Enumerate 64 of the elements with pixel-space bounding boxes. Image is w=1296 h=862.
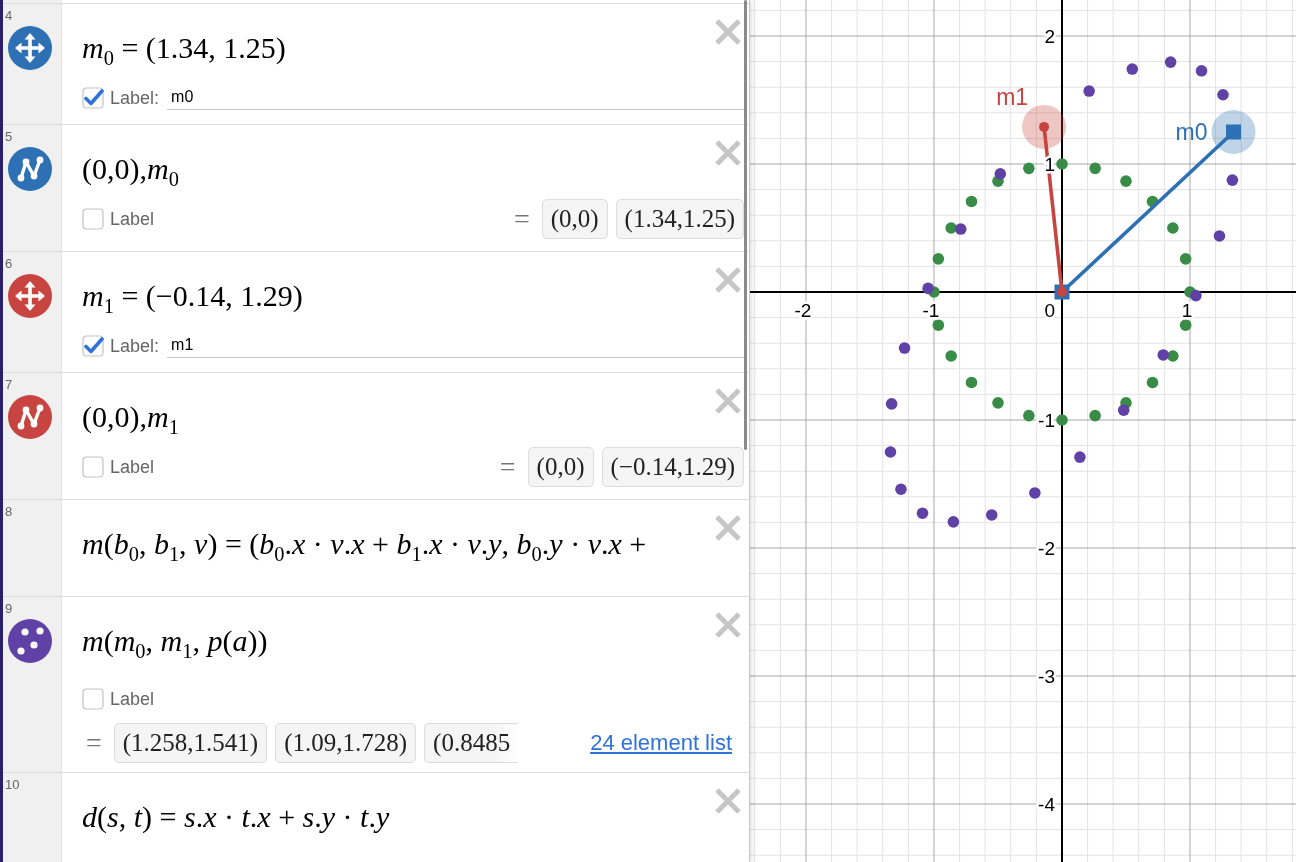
dots-icon[interactable] — [8, 619, 52, 663]
point-marker[interactable] — [1226, 124, 1241, 140]
tick-label: -3 — [1038, 666, 1055, 687]
close-icon[interactable] — [714, 18, 742, 46]
math-expression[interactable]: (0,0),m$_{0}$ — [82, 147, 706, 191]
close-icon[interactable] — [714, 514, 742, 542]
row-number: 7 — [5, 377, 13, 393]
checkbox[interactable] — [82, 87, 104, 109]
math-expression[interactable]: m(b$_{0}$, b$_{1}$, v) = (b$_{0}$.x · v.x + b$_{1}$.x · v.y, b$_{0}$.y · v.x + — [82, 522, 706, 566]
element-list-link[interactable]: 24 element list — [590, 730, 732, 756]
math-expression[interactable]: m$_{0}$ = (1.34, 1.25) — [82, 26, 706, 70]
label-option-text: Label: — [110, 87, 160, 109]
math-expression[interactable]: m$_{1}$ = (−0.14, 1.29) — [82, 274, 706, 318]
checkbox[interactable] — [82, 335, 104, 357]
polyline-icon[interactable] — [8, 395, 52, 439]
tick-label: 2 — [1044, 26, 1055, 47]
checkbox[interactable] — [82, 688, 104, 710]
scrollbar-thumb[interactable] — [744, 0, 747, 450]
checkbox[interactable] — [82, 456, 104, 478]
result-value: (−0.14,1.29) — [601, 447, 744, 487]
move-icon[interactable] — [8, 274, 52, 318]
tick-label: -2 — [794, 300, 812, 321]
checkbox[interactable] — [82, 208, 104, 230]
row-number: 5 — [5, 129, 13, 145]
move-icon[interactable] — [8, 26, 52, 70]
drag-handle[interactable] — [1022, 104, 1067, 149]
row-number: 8 — [5, 504, 13, 520]
tick-label: -1 — [922, 300, 940, 321]
row-number: 6 — [5, 256, 13, 272]
close-icon[interactable] — [714, 266, 742, 294]
polyline-icon[interactable] — [8, 147, 52, 191]
label-option-text: Label: — [110, 335, 160, 357]
row-number: 9 — [5, 601, 13, 617]
result-equals-sign: = — [513, 203, 530, 235]
result-value: (1.34,1.25) — [615, 199, 744, 239]
close-icon[interactable] — [714, 139, 742, 167]
tick-label: -2 — [1038, 538, 1055, 559]
point-label: m1 — [996, 83, 1029, 110]
math-expression[interactable]: m(m$_{0}$, m$_{1}$, p(a)) — [82, 619, 706, 663]
result-value: (1.09,1.728) — [275, 723, 417, 763]
label-option-text: Label — [110, 208, 155, 230]
result-value: (0,0) — [527, 447, 594, 487]
result-equals-sign: = — [499, 451, 516, 483]
close-icon[interactable] — [714, 387, 742, 415]
label-option-text: Label — [110, 456, 155, 478]
tick-label: 1 — [1181, 300, 1193, 321]
point-label: m0 — [1175, 119, 1208, 145]
math-expression[interactable]: d(s, t) = s.x · t.x + s.y · t.y — [82, 795, 706, 839]
label-option-text: Label — [110, 688, 155, 710]
close-icon[interactable] — [714, 611, 742, 639]
result-value: (0.8485 — [424, 723, 519, 763]
label-text-field[interactable]: m0 — [167, 86, 744, 110]
result-equals-sign: = — [86, 727, 102, 759]
label-text-field[interactable]: m1 — [167, 334, 744, 358]
tick-label: -1 — [1038, 410, 1055, 431]
row-number: 10 — [5, 777, 20, 793]
math-expression[interactable]: (0,0),m$_{1}$ — [82, 395, 706, 439]
tick-label: -4 — [1038, 794, 1055, 815]
result-value: (0,0) — [541, 199, 608, 239]
row-number: 4 — [5, 8, 13, 24]
result-value: (1.258,1.541) — [113, 723, 268, 763]
close-icon[interactable] — [714, 787, 742, 815]
tick-label: 0 — [1044, 300, 1055, 321]
point-marker[interactable] — [1039, 121, 1050, 132]
